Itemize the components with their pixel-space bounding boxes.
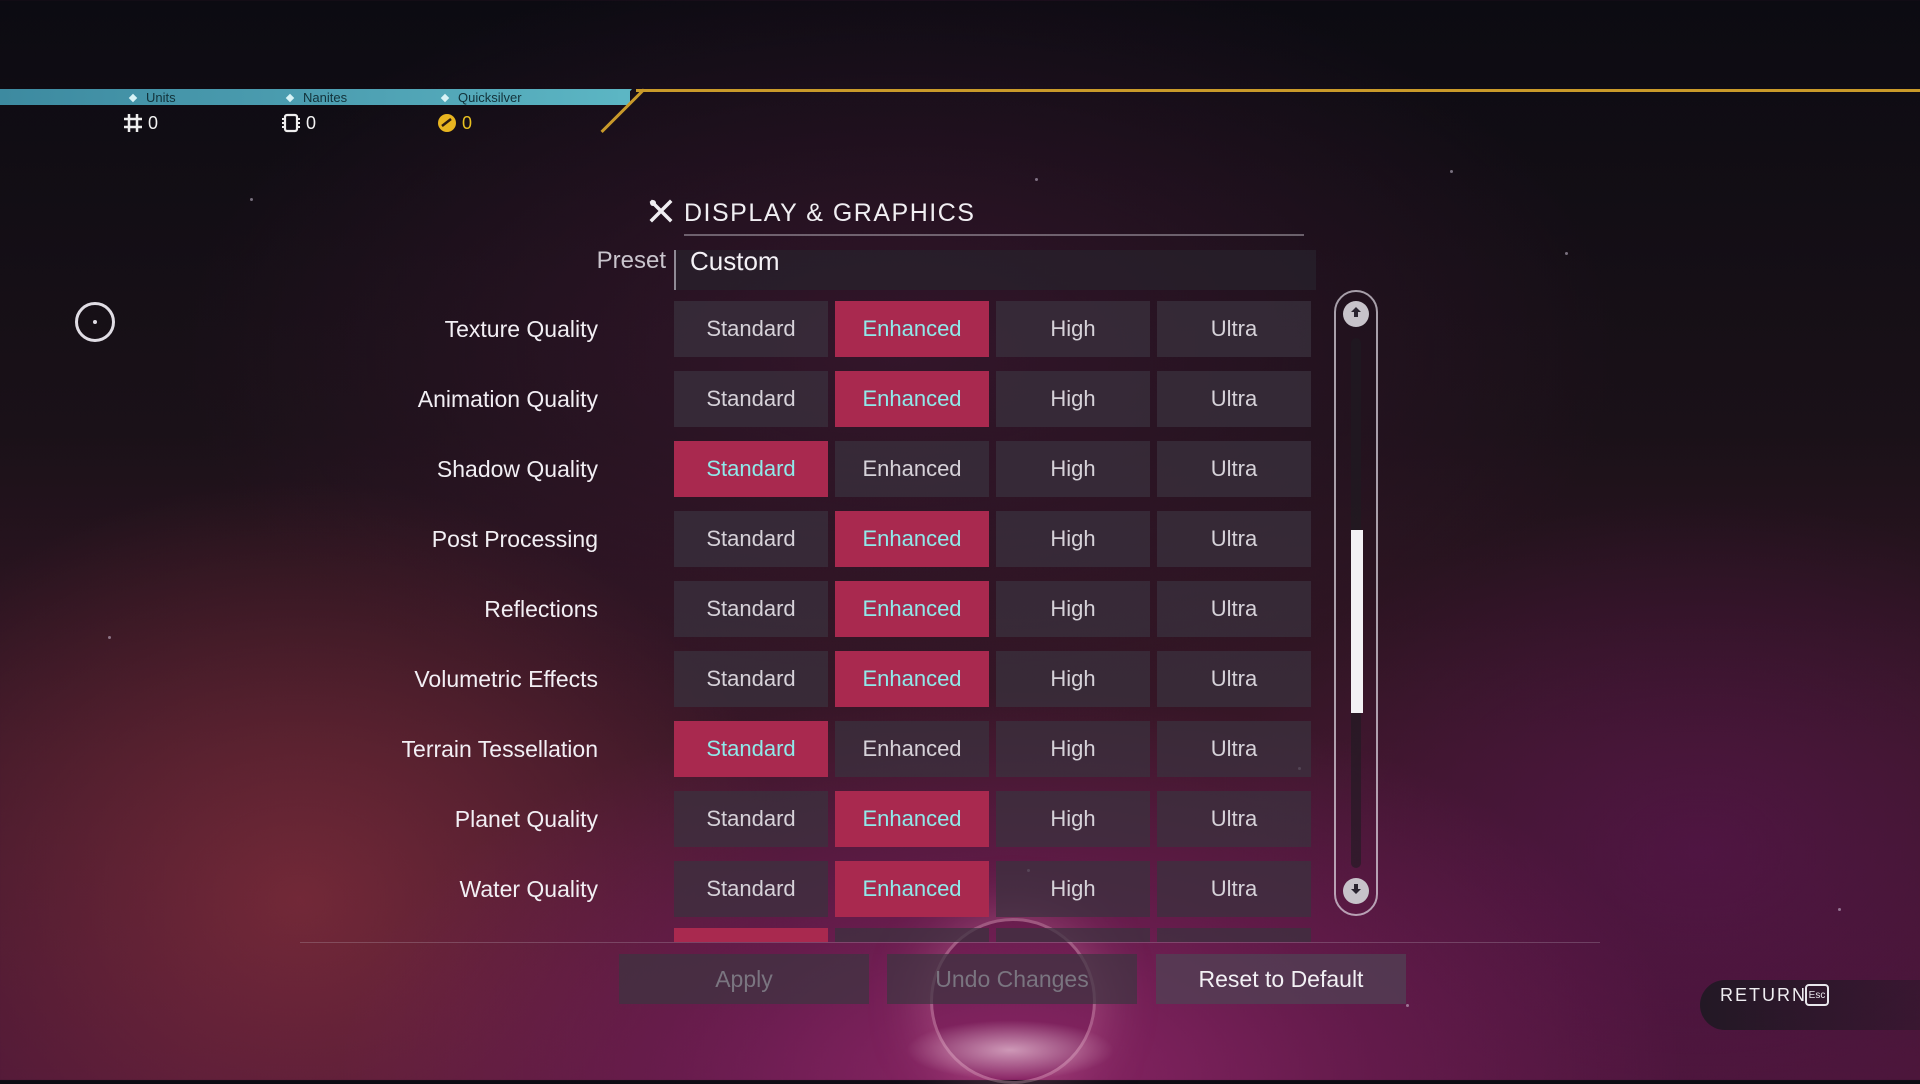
star bbox=[1838, 908, 1841, 911]
volumetric-effects-option-standard[interactable]: Standard bbox=[674, 651, 828, 707]
next-row-option-partial bbox=[996, 928, 1150, 942]
terrain-tessellation-option-standard[interactable]: Standard bbox=[674, 721, 828, 777]
star bbox=[250, 198, 253, 201]
undo-changes-button[interactable]: Undo Changes bbox=[887, 954, 1137, 1004]
scroll-up-button[interactable] bbox=[1343, 301, 1369, 327]
arrow-up-icon bbox=[1349, 305, 1363, 324]
shadow-quality-option-high[interactable]: High bbox=[996, 441, 1150, 497]
preset-label: Preset bbox=[596, 247, 666, 274]
quicksilver-icon bbox=[436, 112, 458, 134]
volumetric-effects-option-high[interactable]: High bbox=[996, 651, 1150, 707]
post-processing-option-enhanced[interactable]: Enhanced bbox=[835, 511, 989, 567]
nanites-icon bbox=[280, 112, 302, 134]
terrain-tessellation-option-enhanced[interactable]: Enhanced bbox=[835, 721, 989, 777]
star bbox=[1565, 252, 1568, 255]
preset-value[interactable]: Custom bbox=[690, 246, 780, 277]
planet-quality-label: Planet Quality bbox=[454, 806, 598, 832]
animation-quality-option-enhanced[interactable]: Enhanced bbox=[835, 371, 989, 427]
post-processing-option-high[interactable]: High bbox=[996, 511, 1150, 567]
next-row-option-partial bbox=[674, 928, 828, 942]
water-quality-option-high[interactable]: High bbox=[996, 861, 1150, 917]
esc-key-icon: Esc bbox=[1805, 984, 1829, 1006]
next-row-option-partial bbox=[835, 928, 989, 942]
page-header: DISPLAY & GRAPHICS bbox=[648, 198, 975, 229]
water-quality-option-standard[interactable]: Standard bbox=[674, 861, 828, 917]
planet-glow-core bbox=[905, 1020, 1115, 1080]
units-label: Units bbox=[128, 90, 176, 105]
water-quality-label: Water Quality bbox=[459, 876, 598, 902]
quicksilver-value: 0 bbox=[436, 112, 472, 134]
reflections-label: Reflections bbox=[484, 596, 598, 622]
page-title: DISPLAY & GRAPHICS bbox=[684, 199, 976, 227]
post-processing-label: Post Processing bbox=[431, 526, 598, 552]
arrow-down-icon bbox=[1349, 882, 1363, 901]
texture-quality-label: Texture Quality bbox=[444, 316, 598, 342]
shadow-quality-option-ultra[interactable]: Ultra bbox=[1157, 441, 1311, 497]
animation-quality-option-standard[interactable]: Standard bbox=[674, 371, 828, 427]
post-processing-option-standard[interactable]: Standard bbox=[674, 511, 828, 567]
animation-quality-option-ultra[interactable]: Ultra bbox=[1157, 371, 1311, 427]
texture-quality-option-ultra[interactable]: Ultra bbox=[1157, 301, 1311, 357]
tools-icon bbox=[648, 198, 674, 229]
reflections-option-ultra[interactable]: Ultra bbox=[1157, 581, 1311, 637]
star bbox=[1035, 178, 1038, 181]
reflections-option-standard[interactable]: Standard bbox=[674, 581, 828, 637]
cursor-reticle bbox=[75, 302, 115, 342]
reset-to-default-button[interactable]: Reset to Default bbox=[1156, 954, 1406, 1004]
return-label[interactable]: RETURN bbox=[1720, 985, 1807, 1006]
reflections-option-enhanced[interactable]: Enhanced bbox=[835, 581, 989, 637]
shadow-quality-option-standard[interactable]: Standard bbox=[674, 441, 828, 497]
star bbox=[108, 636, 111, 639]
nanites-value: 0 bbox=[280, 112, 316, 134]
volumetric-effects-option-ultra[interactable]: Ultra bbox=[1157, 651, 1311, 707]
scrollbar-thumb[interactable] bbox=[1351, 530, 1363, 713]
planet-quality-option-standard[interactable]: Standard bbox=[674, 791, 828, 847]
planet-quality-option-enhanced[interactable]: Enhanced bbox=[835, 791, 989, 847]
terrain-tessellation-option-high[interactable]: High bbox=[996, 721, 1150, 777]
apply-button[interactable]: Apply bbox=[619, 954, 869, 1004]
header-accent-line bbox=[636, 89, 1920, 92]
scroll-down-button[interactable] bbox=[1343, 878, 1369, 904]
footer-divider bbox=[300, 942, 1600, 943]
star bbox=[1406, 1004, 1409, 1007]
volumetric-effects-label: Volumetric Effects bbox=[414, 666, 598, 692]
shadow-quality-option-enhanced[interactable]: Enhanced bbox=[835, 441, 989, 497]
animation-quality-option-high[interactable]: High bbox=[996, 371, 1150, 427]
texture-quality-option-high[interactable]: High bbox=[996, 301, 1150, 357]
terrain-tessellation-label: Terrain Tessellation bbox=[401, 736, 598, 762]
shadow-quality-label: Shadow Quality bbox=[436, 456, 598, 482]
nanites-label: Nanites bbox=[285, 90, 347, 105]
star bbox=[1450, 170, 1453, 173]
planet-quality-option-ultra[interactable]: Ultra bbox=[1157, 791, 1311, 847]
post-processing-option-ultra[interactable]: Ultra bbox=[1157, 511, 1311, 567]
volumetric-effects-option-enhanced[interactable]: Enhanced bbox=[835, 651, 989, 707]
next-row-option-partial bbox=[1157, 928, 1311, 942]
reflections-option-high[interactable]: High bbox=[996, 581, 1150, 637]
texture-quality-option-standard[interactable]: Standard bbox=[674, 301, 828, 357]
header-divider bbox=[684, 234, 1304, 236]
animation-quality-label: Animation Quality bbox=[417, 386, 598, 412]
water-quality-option-ultra[interactable]: Ultra bbox=[1157, 861, 1311, 917]
units-value: 0 bbox=[122, 112, 158, 134]
units-icon bbox=[122, 112, 144, 134]
water-quality-option-enhanced[interactable]: Enhanced bbox=[835, 861, 989, 917]
texture-quality-option-enhanced[interactable]: Enhanced bbox=[835, 301, 989, 357]
terrain-tessellation-option-ultra[interactable]: Ultra bbox=[1157, 721, 1311, 777]
quicksilver-label: Quicksilver bbox=[440, 90, 522, 105]
planet-quality-option-high[interactable]: High bbox=[996, 791, 1150, 847]
